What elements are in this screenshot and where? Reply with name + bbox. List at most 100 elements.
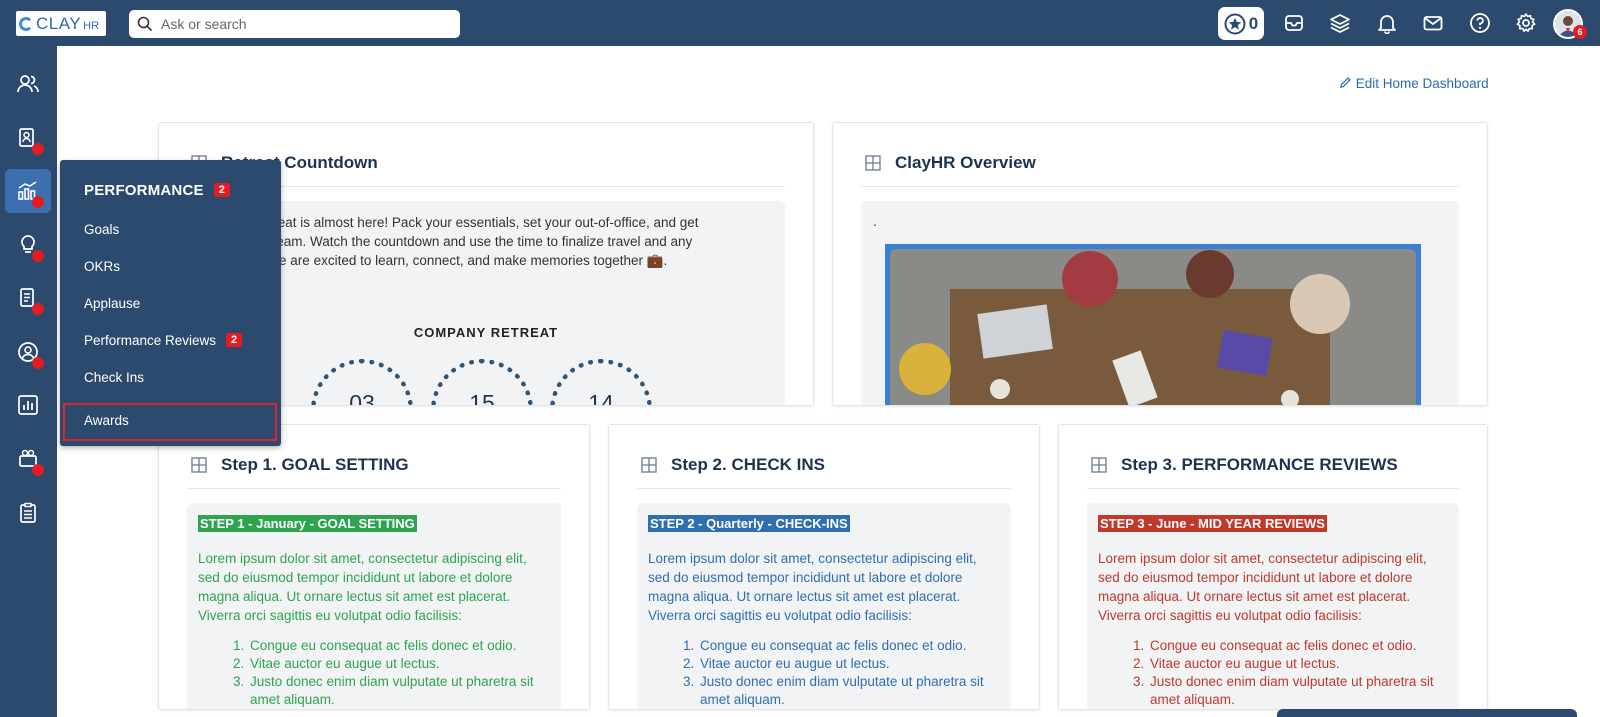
sidebar-item-people[interactable] — [5, 62, 51, 106]
pencil-icon — [1340, 77, 1351, 88]
notification-dot — [32, 357, 44, 369]
menu-item-goals[interactable]: Goals — [84, 222, 119, 237]
sidebar-item-benefits[interactable] — [5, 437, 51, 481]
divider — [861, 186, 1459, 187]
card-title: Step 1. GOAL SETTING — [221, 455, 409, 474]
retreat-text-line: eparation . We are excited to learn, con… — [199, 253, 668, 268]
card-title: Step 2. CHECK INS — [671, 455, 825, 474]
step-list: Congue eu consequat ac felis donec et od… — [698, 637, 1000, 709]
menu-item-applause[interactable]: Applause — [84, 296, 140, 311]
clayhr-logo[interactable]: CLAY HR — [16, 11, 106, 36]
grid-icon[interactable] — [1091, 457, 1107, 473]
card-title: Step 3. PERFORMANCE REVIEWS — [1121, 455, 1398, 474]
sidebar-item-performance[interactable] — [5, 169, 51, 213]
retreat-description: company retreat is almost here! Pack you… — [199, 213, 773, 270]
list-item: Vitae auctor eu augue ut lectus. — [698, 655, 1000, 673]
list-item: Justo donec enim diam vulputate ut phare… — [248, 673, 550, 709]
menu-item-awards[interactable]: Awards — [84, 413, 129, 428]
notification-dot — [32, 464, 44, 476]
logo-sub: HR — [83, 19, 100, 32]
reports-icon — [18, 395, 38, 415]
step-body: Lorem ipsum dolor sit amet, consectetur … — [648, 551, 977, 623]
avatar-badge: 6 — [1573, 25, 1587, 39]
card-header: Step 1. GOAL SETTING — [191, 455, 409, 475]
step-list: Congue eu consequat ac felis donec et od… — [248, 637, 550, 709]
card-header: Step 2. CHECK INS — [641, 455, 825, 475]
list-item: Congue eu consequat ac felis donec et od… — [1148, 637, 1448, 655]
menu-item-performance-reviews[interactable]: Performance Reviews 2 — [84, 333, 243, 348]
sidebar-item-documents[interactable] — [5, 276, 51, 320]
list-item: Congue eu consequat ac felis donec et od… — [248, 637, 550, 655]
logo-mark-icon — [19, 16, 33, 31]
top-bar: CLAY HR 0 6 — [0, 0, 1600, 46]
bell-icon[interactable] — [1376, 12, 1398, 34]
sidebar-item-checklist[interactable] — [5, 491, 51, 535]
list-item: Justo donec enim diam vulputate ut phare… — [1148, 673, 1448, 709]
notification-dot — [32, 196, 44, 208]
grid-icon[interactable] — [641, 457, 657, 473]
step-body: Lorem ipsum dolor sit amet, consectetur … — [198, 551, 527, 623]
logo-text: CLAY — [36, 13, 82, 33]
list-item: Vitae auctor eu augue ut lectus. — [248, 655, 550, 673]
list-item: Vitae auctor eu augue ut lectus. — [1148, 655, 1448, 673]
search-bar[interactable] — [129, 10, 460, 38]
grid-icon[interactable] — [865, 155, 881, 171]
sidebar-item-recruiting[interactable] — [5, 116, 51, 160]
retreat-text-line: company retreat is almost here! Pack you… — [199, 215, 699, 230]
menu-item-okrs[interactable]: OKRs — [84, 259, 120, 274]
card-header: ClayHR Overview — [865, 153, 1036, 173]
sidebar-item-learning[interactable] — [5, 223, 51, 267]
overview-video[interactable] — [885, 244, 1421, 405]
help-icon[interactable] — [1469, 12, 1491, 34]
countdown-days: 03 — [311, 359, 413, 405]
countdown-hours: 15 — [431, 359, 533, 405]
team-photo-image — [890, 249, 1416, 405]
step3-card: Step 3. PERFORMANCE REVIEWS STEP 3 - Jun… — [1058, 424, 1488, 710]
divider — [1087, 488, 1459, 489]
performance-reviews-badge: 2 — [226, 333, 243, 347]
clayhr-overview-card: ClayHR Overview . — [832, 122, 1488, 406]
retreat-text-line: rge with the team. Watch the countdown a… — [199, 234, 693, 249]
points-button[interactable]: 0 — [1218, 7, 1264, 40]
team-meeting-photo — [890, 249, 1416, 405]
sidebar-item-reports[interactable] — [5, 383, 51, 427]
countdown-minutes: 14 — [550, 359, 652, 405]
notification-dot — [32, 250, 44, 262]
search-icon — [137, 16, 153, 32]
list-item: Congue eu consequat ac felis donec et od… — [698, 637, 1000, 655]
tray-icon[interactable] — [1283, 12, 1305, 34]
people-icon — [17, 75, 39, 93]
card-header: Step 3. PERFORMANCE REVIEWS — [1091, 455, 1398, 475]
flyout-title-label: PERFORMANCE — [84, 182, 204, 199]
card-content: STEP 2 - Quarterly - CHECK-INS Lorem ips… — [637, 503, 1011, 709]
search-input[interactable] — [161, 16, 441, 32]
performance-badge: 2 — [213, 183, 231, 197]
mail-icon[interactable] — [1422, 12, 1444, 34]
divider — [637, 488, 1011, 489]
step-label: STEP 1 - January - GOAL SETTING — [198, 515, 417, 532]
step-label: STEP 3 - June - MID YEAR REVIEWS — [1098, 515, 1327, 532]
card-title: ClayHR Overview — [895, 153, 1036, 172]
points-count: 0 — [1248, 13, 1259, 33]
step-body: Lorem ipsum dolor sit amet, consectetur … — [1098, 551, 1427, 623]
edit-home-dashboard-link[interactable]: Edit Home Dashboard — [1339, 76, 1489, 91]
checklist-icon — [20, 502, 36, 523]
divider — [187, 488, 561, 489]
sidebar-item-profile[interactable] — [5, 330, 51, 374]
step-label: STEP 2 - Quarterly - CHECK-INS — [648, 515, 850, 532]
sidebar — [0, 46, 57, 717]
card-content: STEP 1 - January - GOAL SETTING Lorem ip… — [187, 503, 561, 709]
star-icon — [1224, 13, 1246, 34]
card-content: . — [861, 201, 1459, 405]
menu-item-check-ins[interactable]: Check Ins — [84, 370, 144, 385]
notification-dot — [32, 143, 44, 155]
edit-home-dashboard-label: Edit Home Dashboard — [1355, 76, 1489, 91]
chat-widget-tab[interactable] — [1277, 709, 1577, 717]
step1-card: Step 1. GOAL SETTING STEP 1 - January - … — [158, 424, 590, 710]
performance-flyout-menu: PERFORMANCE 2 Goals OKRs Applause Perform… — [60, 160, 281, 446]
flyout-title: PERFORMANCE 2 — [84, 182, 231, 199]
layers-icon[interactable] — [1329, 12, 1351, 34]
list-item: Justo donec enim diam vulputate ut phare… — [698, 673, 1000, 709]
gear-icon[interactable] — [1515, 12, 1537, 34]
grid-icon[interactable] — [191, 457, 207, 473]
